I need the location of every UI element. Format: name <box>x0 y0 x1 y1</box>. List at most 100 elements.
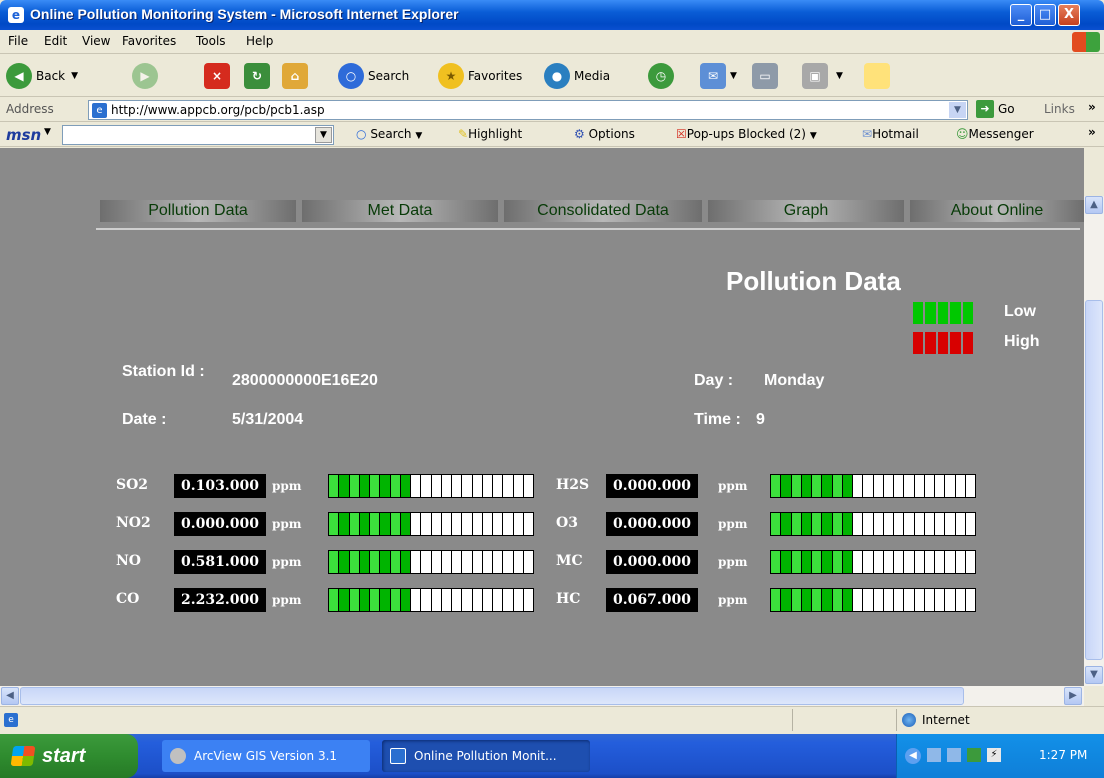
level-segment-empty <box>965 589 975 611</box>
clock[interactable]: 1:27 PM <box>1039 748 1087 762</box>
tray-expand-icon[interactable]: ◀ <box>905 748 921 764</box>
power-icon[interactable]: ⚡ <box>987 748 1001 762</box>
links-label[interactable]: Links <box>1044 102 1075 116</box>
msn-search-button[interactable]: ○ Search ▼ <box>356 127 422 141</box>
back-label: Back <box>36 69 66 83</box>
task-pollution-monitor[interactable]: Online Pollution Monit... <box>382 740 590 772</box>
pollutant-value: 0.103.000 <box>174 474 266 498</box>
level-segment-filled <box>791 551 801 573</box>
level-segment-filled <box>832 589 842 611</box>
level-segment-filled <box>359 589 369 611</box>
msn-input-dropdown-icon[interactable]: ▼ <box>315 127 332 143</box>
back-button[interactable]: ◀ Back ▼ <box>6 55 78 97</box>
mail-dropdown-icon: ▼ <box>730 71 737 81</box>
msn-logo[interactable]: msn <box>6 126 41 144</box>
level-segment-filled <box>359 475 369 497</box>
level-segment-filled <box>781 475 791 497</box>
pollutant-unit: ppm <box>272 555 302 569</box>
level-segment-empty <box>462 513 472 535</box>
level-segment-empty <box>904 475 914 497</box>
time-value: 9 <box>756 411 765 428</box>
messenger-button[interactable]: ☺Messenger <box>956 127 1034 141</box>
level-segment-filled <box>370 475 380 497</box>
level-segment-filled <box>801 551 811 573</box>
level-bar <box>770 474 976 498</box>
menu-edit[interactable]: Edit <box>44 34 67 48</box>
msn-toolbar: msn ▼ ▼ ○ Search ▼ ✎Highlight ⚙ Options … <box>0 123 1104 147</box>
popups-blocked-button[interactable]: ☒Pop-ups Blocked (2) ▼ <box>676 127 817 141</box>
level-segment-empty <box>965 513 975 535</box>
tray-app-icon[interactable] <box>967 748 981 762</box>
level-segment-empty <box>894 513 904 535</box>
edit-dropdown-icon: ▼ <box>836 71 843 81</box>
task-arcview[interactable]: ArcView GIS Version 3.1 <box>162 740 370 772</box>
forward-button[interactable]: ▶ <box>132 55 162 97</box>
level-segment-filled <box>339 475 349 497</box>
nav-met-data[interactable]: Met Data <box>302 200 498 222</box>
network-icon[interactable] <box>947 748 961 762</box>
status-page-icon: e <box>4 713 18 727</box>
menu-view[interactable]: View <box>82 34 110 48</box>
menu-help[interactable]: Help <box>246 34 273 48</box>
menu-tools[interactable]: Tools <box>196 34 226 48</box>
menu-favorites[interactable]: Favorites <box>122 34 176 48</box>
hotmail-button[interactable]: ✉Hotmail <box>862 127 919 141</box>
go-button[interactable]: Go <box>998 102 1015 116</box>
level-segment-filled <box>771 551 781 573</box>
media-label: Media <box>574 69 611 83</box>
msn-chevron-icon[interactable]: » <box>1088 125 1096 139</box>
mail-button[interactable]: ✉ ▼ <box>700 55 737 97</box>
go-arrow-icon[interactable]: ➜ <box>976 100 994 118</box>
level-segment-filled <box>390 589 400 611</box>
scroll-right-icon[interactable]: ▶ <box>1064 687 1082 705</box>
highlight-button[interactable]: ✎Highlight <box>458 127 522 141</box>
favorites-button[interactable]: ★ Favorites <box>438 55 522 97</box>
level-segment-empty <box>411 589 421 611</box>
stop-button[interactable]: × <box>204 55 234 97</box>
level-segment-empty <box>853 475 863 497</box>
menu-file[interactable]: File <box>8 34 28 48</box>
search-button[interactable]: ○ Search <box>338 55 409 97</box>
nav-graph[interactable]: Graph <box>708 200 904 222</box>
refresh-button[interactable]: ↻ <box>244 55 274 97</box>
level-bar <box>328 588 534 612</box>
scroll-up-icon[interactable]: ▲ <box>1085 196 1103 214</box>
close-button[interactable]: X <box>1058 4 1080 26</box>
print-button[interactable]: ▭ <box>752 55 782 97</box>
msn-dropdown-icon[interactable]: ▼ <box>44 127 51 137</box>
address-dropdown-icon[interactable]: ▼ <box>949 102 966 118</box>
level-segment-filled <box>842 589 852 611</box>
nav-consolidated-data[interactable]: Consolidated Data <box>504 200 702 222</box>
minimize-button[interactable]: _ <box>1010 4 1032 26</box>
history-button[interactable]: ◷ <box>648 55 678 97</box>
vertical-scrollbar[interactable]: ▲ ▼ <box>1084 196 1104 686</box>
history-icon: ◷ <box>648 63 674 89</box>
pollutant-name: CO <box>116 591 140 607</box>
level-segment-empty <box>503 513 513 535</box>
maximize-button[interactable]: □ <box>1034 4 1056 26</box>
level-segment-empty <box>955 551 965 573</box>
nav-about-online[interactable]: About Online <box>910 200 1084 222</box>
edit-button[interactable]: ▣ ▼ <box>802 55 843 97</box>
scroll-down-icon[interactable]: ▼ <box>1085 666 1103 684</box>
level-segment-empty <box>462 475 472 497</box>
level-segment-empty <box>431 475 441 497</box>
horizontal-scroll-thumb[interactable] <box>20 687 964 705</box>
level-segment-empty <box>904 551 914 573</box>
options-button[interactable]: ⚙ Options <box>574 127 635 141</box>
vertical-scroll-thumb[interactable] <box>1085 300 1103 660</box>
media-button[interactable]: ● Media <box>544 55 610 97</box>
nav-pollution-data[interactable]: Pollution Data <box>100 200 296 222</box>
level-segment-filled <box>791 589 801 611</box>
horizontal-scrollbar[interactable]: ◀ ▶ <box>0 686 1084 706</box>
notes-button[interactable] <box>864 55 894 97</box>
network-icon[interactable] <box>927 748 941 762</box>
pollutant-unit: ppm <box>272 593 302 607</box>
msn-search-input[interactable]: ▼ <box>62 125 334 145</box>
scroll-corner <box>1084 686 1104 706</box>
legend-high-swatch <box>912 332 974 354</box>
home-button[interactable]: ⌂ <box>282 55 312 97</box>
address-input[interactable]: e http://www.appcb.org/pcb/pcb1.asp ▼ <box>88 100 968 120</box>
scroll-left-icon[interactable]: ◀ <box>1 687 19 705</box>
links-chevron-icon[interactable]: » <box>1088 100 1096 114</box>
